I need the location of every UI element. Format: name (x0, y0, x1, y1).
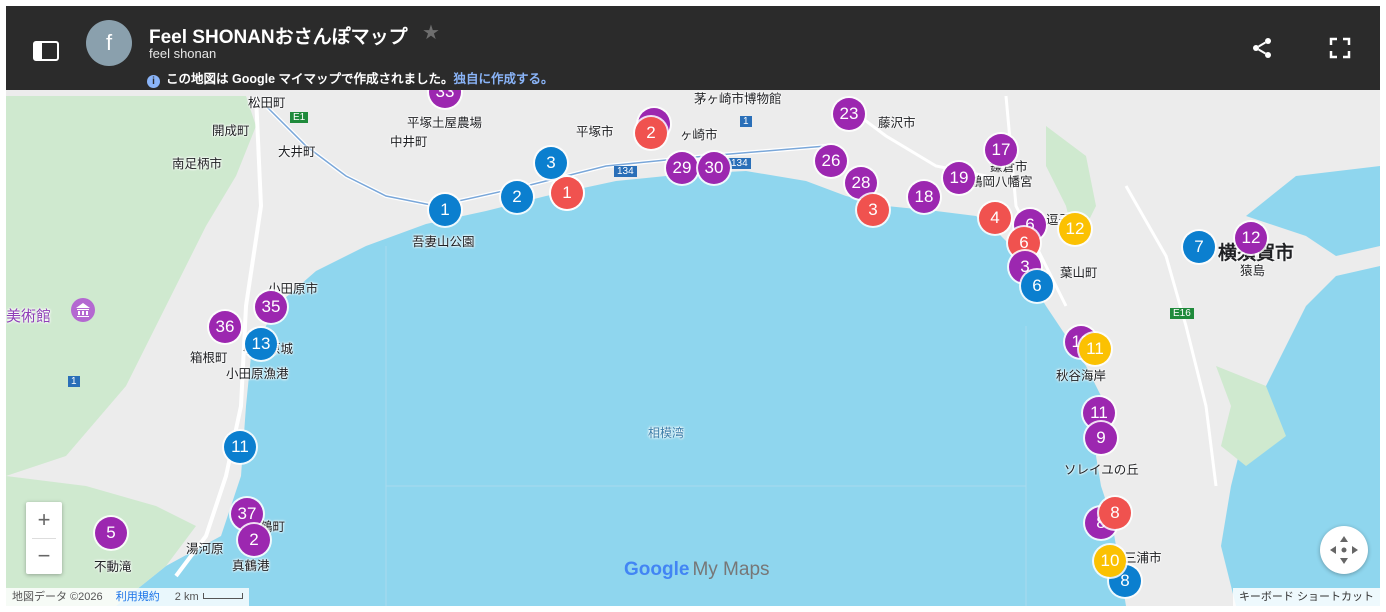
map-marker[interactable]: 12 (1235, 222, 1267, 254)
map-marker[interactable]: 3 (535, 147, 567, 179)
map-subtitle: feel shonan (149, 46, 217, 61)
google-wordmark: Google (624, 559, 690, 580)
map-marker[interactable]: 2 (635, 117, 667, 149)
map-marker[interactable]: 17 (985, 134, 1017, 166)
map-marker[interactable]: 18 (908, 181, 940, 213)
google-mymaps-logo: Google My Maps (624, 559, 770, 581)
road-label: E1 (290, 112, 309, 123)
map-marker[interactable]: 30 (698, 152, 730, 184)
map-marker[interactable]: 8 (1099, 497, 1131, 529)
map-title: Feel SHONANおさんぽマップ (149, 27, 408, 48)
road-label: 1 (740, 116, 752, 127)
map-canvas[interactable] (6, 6, 1380, 606)
place-label: 茅ヶ崎市博物館 (694, 92, 782, 106)
zoom-in-button[interactable]: + (26, 502, 62, 538)
place-label: ソレイユの丘 (1064, 463, 1139, 477)
place-label: 真鶴港 (232, 559, 270, 573)
mymaps-wordmark: My Maps (692, 559, 770, 580)
place-label: 鶴岡八幡宮 (970, 175, 1033, 189)
scale-bar (202, 593, 243, 599)
map-marker[interactable]: 29 (666, 152, 698, 184)
place-label: 中井町 (390, 135, 428, 149)
sidebar-toggle-icon[interactable] (32, 40, 60, 62)
map-marker[interactable]: 26 (815, 145, 847, 177)
map-marker[interactable]: 2 (238, 524, 270, 556)
info-icon: i (147, 75, 160, 88)
place-label: 猿島 (1240, 264, 1266, 278)
zoom-out-button[interactable]: − (26, 538, 62, 574)
place-label: 相模湾 (648, 426, 685, 440)
place-label: 松田町 (248, 96, 286, 110)
place-label: 三浦市 (1124, 551, 1162, 565)
share-icon[interactable] (1250, 36, 1274, 60)
terms-link[interactable]: 利用規約 (116, 591, 160, 603)
zoom-divider (32, 538, 56, 539)
map-marker[interactable]: 1 (429, 194, 461, 226)
map-footer: 地図データ ©2026 利用規約 2 km (6, 588, 249, 606)
place-label: 開成町 (212, 124, 250, 138)
place-label: 南足柄市 (172, 157, 223, 171)
keyboard-shortcuts-button[interactable]: キーボード ショートカット (1232, 588, 1380, 606)
place-label: 平塚市 (576, 125, 614, 139)
place-label: 不動滝 (94, 560, 132, 574)
place-label: 平塚土屋農場 (407, 116, 483, 130)
map-marker[interactable]: 7 (1183, 231, 1215, 263)
map-marker[interactable]: 35 (255, 291, 287, 323)
scale-label: 2 km (174, 591, 199, 603)
map-marker[interactable]: 11 (224, 431, 256, 463)
map-marker[interactable]: 4 (979, 202, 1011, 234)
notice-text: この地図は Google マイマップで作成されました。 (166, 72, 454, 86)
star-icon[interactable]: ★ (422, 20, 440, 45)
road-label: 134 (614, 166, 637, 177)
map-data-credit: 地図データ ©2026 (12, 591, 103, 603)
zoom-control: + − (26, 502, 62, 574)
place-label: 美術館 (6, 308, 52, 325)
place-label: 箱根町 (190, 351, 228, 365)
map-frame: 松田町 開成町 大井町 南足柄市 平塚土屋農場 中井町 平塚市 茅ヶ崎市博物館 … (6, 6, 1380, 606)
map-marker[interactable]: 19 (943, 162, 975, 194)
place-label: 大井町 (278, 145, 316, 159)
map-marker[interactable]: 23 (833, 98, 865, 130)
map-marker[interactable]: 10 (1094, 545, 1126, 577)
create-own-link[interactable]: 独自に作成する。 (454, 72, 554, 86)
map-marker[interactable]: 13 (245, 328, 277, 360)
museum-icon[interactable] (70, 297, 96, 323)
place-label: 葉山町 (1060, 266, 1098, 280)
map-marker[interactable]: 12 (1059, 213, 1091, 245)
map-marker[interactable]: 3 (857, 194, 889, 226)
road-label: 134 (728, 158, 751, 169)
fullscreen-icon[interactable] (1328, 36, 1352, 60)
place-label: 湯河原 (186, 542, 224, 556)
map-marker[interactable]: 11 (1079, 333, 1111, 365)
map-marker[interactable]: 6 (1021, 270, 1053, 302)
mymaps-notice: i この地図は Google マイマップで作成されました。独自に作成する。 (147, 68, 554, 88)
place-label: ヶ崎市 (680, 128, 718, 142)
place-label: 吾妻山公園 (412, 235, 475, 249)
place-label: 藤沢市 (878, 116, 916, 130)
map-marker[interactable]: 9 (1085, 422, 1117, 454)
map-header: f Feel SHONANおさんぽマップ ★ feel shonan i この地図… (6, 6, 1380, 90)
map-marker[interactable]: 1 (551, 177, 583, 209)
map-marker[interactable]: 36 (209, 311, 241, 343)
road-label: 1 (68, 376, 80, 387)
map-marker[interactable]: 2 (501, 181, 533, 213)
map-marker[interactable]: 5 (95, 517, 127, 549)
compass-icon[interactable] (1320, 526, 1368, 574)
avatar: f (86, 20, 132, 66)
place-label: 秋谷海岸 (1056, 369, 1107, 383)
road-label: E16 (1170, 308, 1194, 319)
place-label: 小田原漁港 (226, 367, 289, 381)
